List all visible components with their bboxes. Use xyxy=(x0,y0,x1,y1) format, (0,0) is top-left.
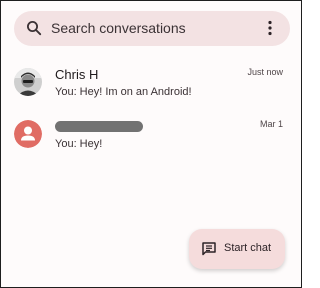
start-chat-button[interactable]: Start chat xyxy=(189,229,285,269)
start-chat-label: Start chat xyxy=(224,242,272,254)
message-time: Mar 1 xyxy=(259,119,283,129)
person-avatar-icon xyxy=(14,120,42,148)
message-time: Just now xyxy=(247,67,283,77)
search-placeholder: Search conversations xyxy=(51,20,186,36)
message-snippet: You: Hey! Im on an Android! xyxy=(55,86,192,98)
conversation-item-redacted[interactable]: You: Hey! Mar 1 xyxy=(1,113,301,163)
redacted-contact-name xyxy=(55,121,143,132)
search-icon xyxy=(27,21,42,36)
contact-name: Chris H xyxy=(55,67,99,82)
chat-icon xyxy=(202,242,216,256)
search-bar[interactable]: Search conversations xyxy=(14,11,290,46)
photo-avatar xyxy=(14,68,42,96)
messages-app: Search conversations Chris H You: Hey! I… xyxy=(0,0,302,288)
conversation-item-chris-h[interactable]: Chris H You: Hey! Im on an Android! Just… xyxy=(1,61,301,111)
more-vert-icon[interactable] xyxy=(261,19,279,37)
message-snippet: You: Hey! xyxy=(55,138,103,150)
